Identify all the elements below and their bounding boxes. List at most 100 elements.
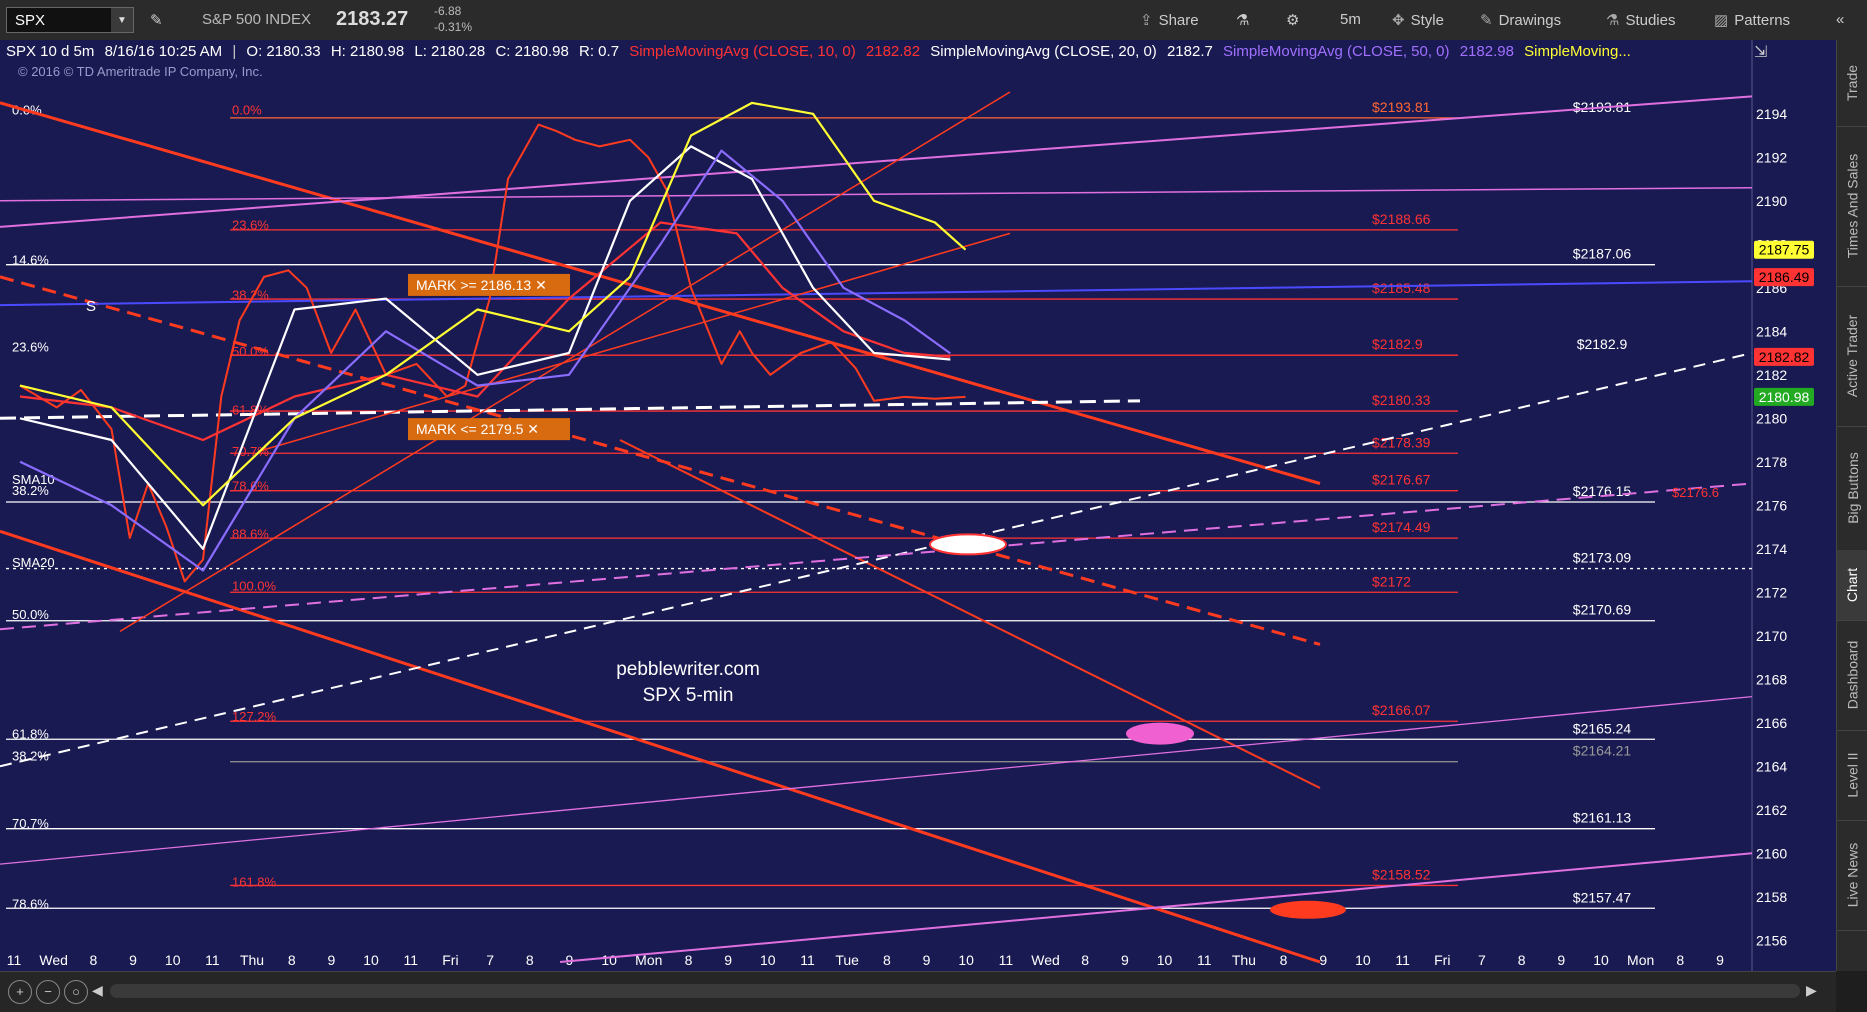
annotation-label: S — [86, 298, 96, 315]
y-tick-label: 2174 — [1756, 541, 1787, 557]
x-tick-label: Fri — [1434, 952, 1450, 968]
moving-average-line — [19, 101, 967, 507]
x-tick-label: 9 — [923, 952, 931, 968]
tab-times-and-sales-label: Times And Sales — [1844, 153, 1861, 259]
trendline — [0, 399, 1141, 420]
chevron-left-icon[interactable]: « — [1836, 11, 1844, 28]
x-tick-label: Fri — [442, 952, 458, 968]
price-badge-label: 2186.49 — [1759, 269, 1810, 285]
collapse-icon[interactable]: ⇲ — [1754, 42, 1767, 62]
y-tick-label: 2182 — [1756, 367, 1787, 383]
info-header: SPX 10 d 5m — [6, 43, 95, 60]
x-tick-label: 9 — [1557, 952, 1565, 968]
x-tick-label: 10 — [1355, 952, 1371, 968]
info-close: C: 2180.98 — [495, 43, 569, 60]
info-high: H: 2180.98 — [330, 43, 405, 60]
x-tick-label: 11 — [7, 952, 22, 968]
y-tick-label: 2194 — [1756, 106, 1787, 122]
target-ellipse — [1270, 900, 1346, 919]
study-sma50-value: 2182.98 — [1459, 43, 1514, 60]
flask-icon[interactable]: ⚗ — [1236, 11, 1249, 29]
x-tick-label: 8 — [685, 952, 693, 968]
level-label: $2180.33 — [1372, 392, 1431, 408]
x-tick-label: 10 — [760, 952, 776, 968]
drawings-button[interactable]: ✎ Drawings — [1480, 11, 1561, 29]
y-tick-label: 2176 — [1756, 497, 1787, 513]
x-tick-label: 11 — [1395, 952, 1410, 968]
y-tick-label: 2158 — [1756, 889, 1787, 905]
timeframe-button[interactable]: 5m — [1340, 11, 1361, 28]
studies-label: Studies — [1625, 12, 1676, 29]
tab-trade[interactable]: Trade — [1837, 40, 1867, 127]
chevron-down-icon[interactable]: ▼ — [111, 8, 133, 32]
symbol-selector[interactable]: SPX ▼ — [6, 7, 134, 33]
copyright-text: © 2016 © TD Ameritrade IP Company, Inc. — [18, 64, 263, 79]
scrollbar-track[interactable] — [110, 984, 1800, 998]
tab-active-trader[interactable]: Active Trader — [1837, 286, 1867, 427]
share-button[interactable]: ⇪ Share — [1140, 11, 1199, 29]
x-tick-label: 9 — [129, 952, 137, 968]
target-ellipse — [1126, 722, 1194, 745]
tab-big-buttons[interactable]: Big Buttons — [1837, 426, 1867, 551]
y-tick-label: 2168 — [1756, 671, 1787, 687]
tab-live-news[interactable]: Live News — [1837, 820, 1867, 931]
chart-area[interactable]: 2156 2158 2160 2162 2164 2166 2168 2170 2172 2174… — [0, 40, 1836, 971]
tab-times-and-sales[interactable]: Times And Sales — [1837, 126, 1867, 287]
trendline — [0, 482, 1753, 631]
level-right-label: $2165.24 — [1573, 720, 1632, 736]
share-label: Share — [1158, 12, 1199, 29]
fib-label-left: 78.6% — [12, 896, 49, 911]
x-tick-label: 11 — [999, 952, 1014, 968]
zoom-reset-icon[interactable]: ○ — [64, 980, 88, 1004]
tab-level-ii-label: Level II — [1844, 752, 1861, 798]
moving-average-line — [19, 149, 951, 572]
price-alert-label: MARK <= 2179.5 ✕ — [416, 421, 539, 437]
level-label: $2166.07 — [1372, 702, 1431, 718]
y-tick-label: 2164 — [1756, 758, 1787, 774]
level-right-label: $2164.21 — [1573, 743, 1632, 759]
x-tick-label: 11 — [800, 952, 815, 968]
zoom-out-icon[interactable]: − — [36, 980, 60, 1004]
fib-label-inner: 127.2% — [232, 709, 277, 724]
tab-dashboard[interactable]: Dashboard — [1837, 620, 1867, 731]
price-badge-label: 2187.75 — [1759, 242, 1810, 258]
annotation-label: $2176.6 — [1672, 485, 1719, 500]
fib-label-left: 50.0% — [12, 607, 49, 622]
x-tick-label: 10 — [165, 952, 181, 968]
y-tick-label: 2160 — [1756, 845, 1787, 861]
x-tick-label: 8 — [883, 952, 891, 968]
study-sma10-value: 2182.82 — [865, 43, 921, 60]
fib-label-left: 14.6% — [12, 252, 49, 267]
x-tick-label: 8 — [1676, 952, 1684, 968]
scroll-right-icon[interactable]: ▶ — [1806, 982, 1817, 999]
study-sma-more-name: SimpleMoving... — [1524, 43, 1631, 60]
fib-label-inner: 23.6% — [232, 218, 269, 233]
x-tick-label: 8 — [89, 952, 97, 968]
fib-label-inner: 100.0% — [232, 579, 277, 594]
level-label: $2188.66 — [1372, 211, 1431, 227]
patterns-button[interactable]: ▨ Patterns — [1714, 11, 1790, 29]
trendline — [0, 101, 1321, 485]
patterns-label: Patterns — [1734, 12, 1791, 29]
gear-icon[interactable]: ⚙ — [1286, 11, 1299, 29]
level-label: $2185.48 — [1372, 280, 1431, 296]
style-button[interactable]: ✥ Style — [1392, 11, 1444, 29]
y-tick-label: 2190 — [1756, 193, 1787, 209]
tab-dashboard-label: Dashboard — [1844, 640, 1861, 710]
x-tick-label: 9 — [1716, 952, 1724, 968]
tab-chart[interactable]: Chart — [1837, 550, 1867, 621]
pencil-icon[interactable]: ✎ — [150, 11, 163, 29]
level-right-label: $2182.9 — [1577, 336, 1628, 352]
x-tick-label: 10 — [958, 952, 974, 968]
tab-big-buttons-label: Big Buttons — [1844, 452, 1861, 524]
price-chart[interactable]: 2156 2158 2160 2162 2164 2166 2168 2170 2172 2174… — [0, 40, 1836, 971]
trendline — [559, 852, 1753, 963]
info-datetime: 8/16/16 10:25 AM — [104, 43, 223, 60]
level-right-label: $2187.06 — [1573, 246, 1632, 262]
studies-button[interactable]: ⚗ Studies — [1606, 11, 1676, 29]
right-tab-rail: Trade Times And Sales Active Trader Big … — [1836, 40, 1867, 971]
zoom-in-icon[interactable]: + — [8, 980, 32, 1004]
tab-level-ii[interactable]: Level II — [1837, 730, 1867, 821]
flask-icon: ⚗ — [1606, 12, 1620, 29]
scroll-left-icon[interactable]: ◀ — [92, 982, 103, 999]
